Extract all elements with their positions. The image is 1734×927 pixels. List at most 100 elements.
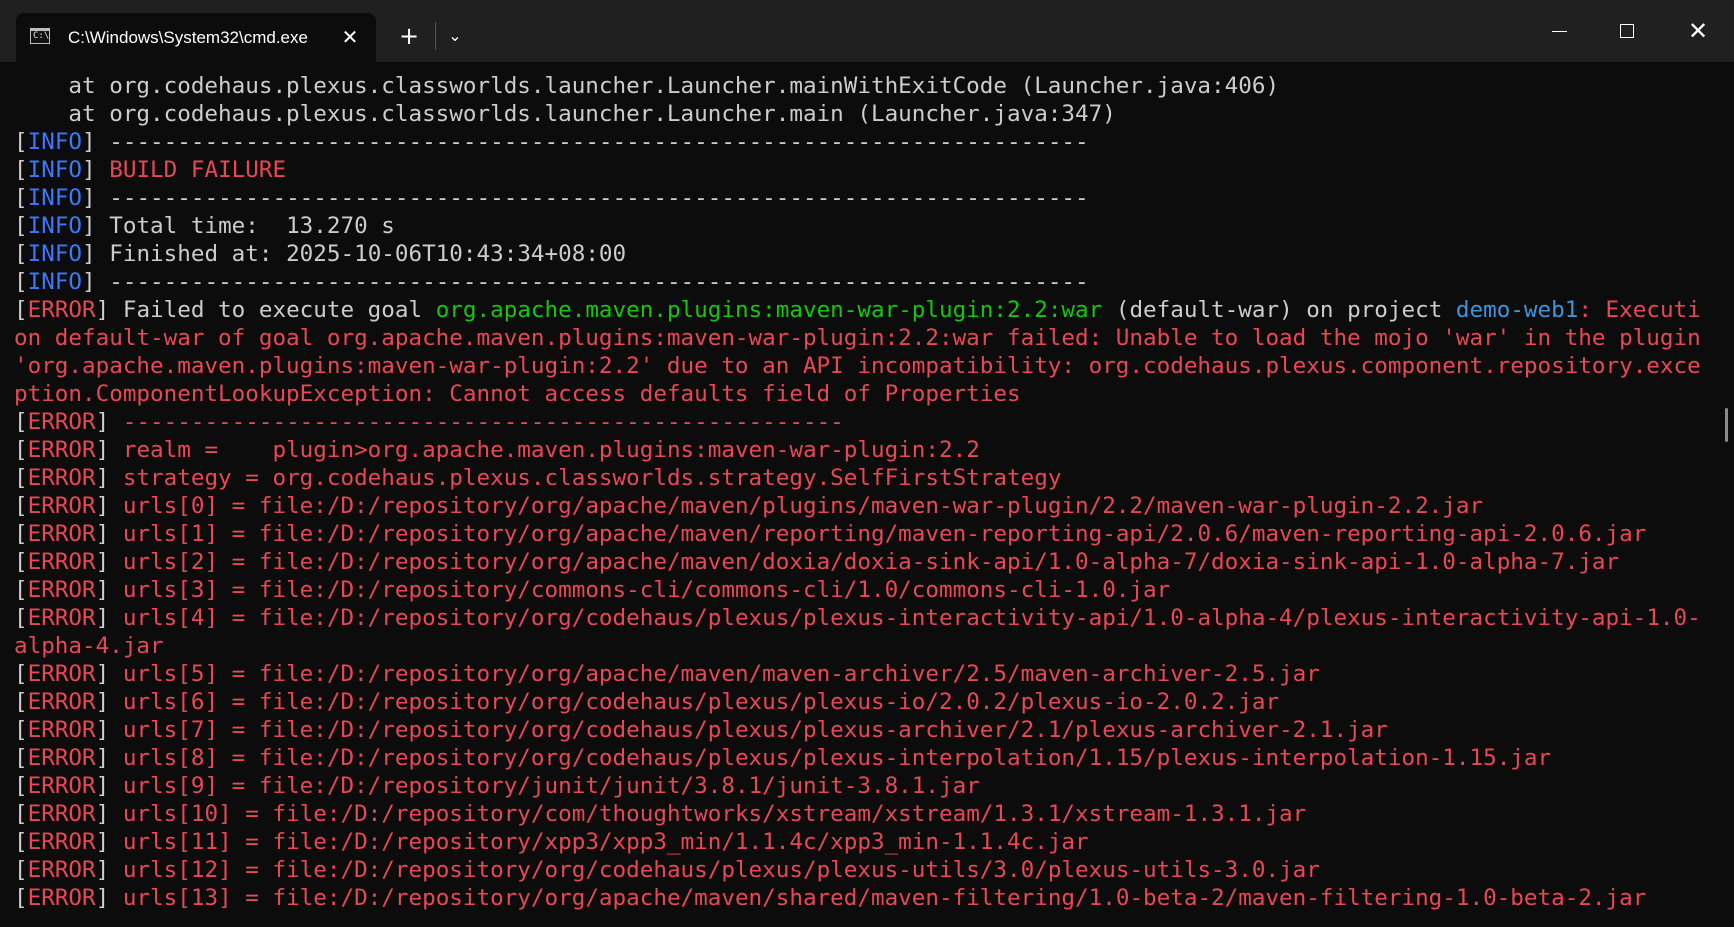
- bracket: [: [14, 745, 28, 771]
- tab-close-icon[interactable]: ✕: [336, 23, 364, 51]
- bracket: ]: [82, 269, 96, 295]
- bracket: [: [14, 241, 28, 267]
- bracket: [: [14, 773, 28, 799]
- tab-title: C:\Windows\System32\cmd.exe: [68, 28, 308, 47]
- bracket: ]: [95, 297, 110, 323]
- error-line: [ERROR] urls[0] = file:/D:/repository/or…: [14, 492, 1718, 520]
- info-text: Finished at: 2025-10-06T10:43:34+08:00: [95, 241, 627, 267]
- error-line: [ERROR] --------------------------------…: [14, 408, 1718, 436]
- error-line: [ERROR] strategy = org.codehaus.plexus.c…: [14, 464, 1718, 492]
- bracket: [: [14, 661, 28, 687]
- bracket: ]: [95, 857, 110, 883]
- error-text: urls[8] = file:/D:/repository/org/codeha…: [109, 745, 1552, 771]
- minimize-button[interactable]: [1525, 0, 1593, 62]
- error-failed-goal: [ERROR] Failed to execute goal org.apach…: [14, 296, 1714, 408]
- bracket: [: [14, 577, 28, 603]
- bracket: [: [14, 689, 28, 715]
- bracket: ]: [95, 745, 110, 771]
- bracket: ]: [82, 241, 96, 267]
- error-text: (default-war) on project: [1102, 297, 1456, 323]
- tab-divider: [435, 22, 436, 50]
- bracket: ]: [95, 493, 110, 519]
- bracket: ]: [95, 689, 110, 715]
- error-text: urls[5] = file:/D:/repository/org/apache…: [109, 661, 1320, 687]
- title-bar[interactable]: C:\ C:\Windows\System32\cmd.exe ✕ + ⌄ ✕: [0, 0, 1734, 62]
- error-text: urls[4] = file:/D:/repository/org/codeha…: [14, 605, 1701, 659]
- tab-cmd[interactable]: C:\ C:\Windows\System32\cmd.exe ✕: [16, 13, 376, 62]
- info-line: [INFO] Total time: 13.270 s: [14, 212, 1718, 240]
- maximize-button[interactable]: [1593, 0, 1661, 62]
- error-line: [ERROR] urls[2] = file:/D:/repository/or…: [14, 548, 1718, 576]
- bracket: ]: [95, 437, 110, 463]
- bracket: [: [14, 521, 28, 547]
- bracket: [: [14, 829, 28, 855]
- scrollbar-thumb[interactable]: [1725, 408, 1728, 442]
- error-line: [ERROR] urls[7] = file:/D:/repository/or…: [14, 716, 1718, 744]
- bracket: ]: [82, 185, 96, 211]
- error-line: [ERROR] urls[8] = file:/D:/repository/or…: [14, 744, 1718, 772]
- bracket: [: [14, 493, 28, 519]
- bracket: ]: [95, 409, 110, 435]
- info-line: [INFO] ---------------------------------…: [14, 268, 1718, 296]
- bracket: [: [14, 129, 28, 155]
- error-tag: ERROR: [27, 801, 96, 827]
- info-line: [INFO] Finished at: 2025-10-06T10:43:34+…: [14, 240, 1718, 268]
- info-text: ----------------------------------------…: [95, 269, 1089, 295]
- error-tag: ERROR: [27, 661, 96, 687]
- new-tab-button[interactable]: +: [395, 22, 423, 50]
- bracket: [: [14, 409, 28, 435]
- info-line: [INFO] ---------------------------------…: [14, 184, 1718, 212]
- build-failure-text: BUILD FAILURE: [95, 157, 287, 183]
- info-text: ----------------------------------------…: [95, 129, 1089, 155]
- bracket: ]: [95, 829, 110, 855]
- bracket: [: [14, 801, 28, 827]
- error-text: urls[3] = file:/D:/repository/commons-cl…: [109, 577, 1171, 603]
- error-tag: ERROR: [27, 689, 96, 715]
- chevron-down-icon[interactable]: ⌄: [441, 22, 469, 50]
- bracket: ]: [95, 577, 110, 603]
- error-tag: ERROR: [27, 829, 96, 855]
- error-tag: ERROR: [27, 549, 96, 575]
- error-tag: ERROR: [27, 577, 96, 603]
- stack-line: at org.codehaus.plexus.classworlds.launc…: [14, 73, 1280, 99]
- bracket: [: [14, 269, 28, 295]
- bracket: ]: [82, 213, 96, 239]
- error-text: urls[6] = file:/D:/repository/org/codeha…: [109, 689, 1280, 715]
- scrollbar[interactable]: [1722, 62, 1734, 927]
- info-text: Total time: 13.270 s: [95, 213, 395, 239]
- bracket: ]: [82, 157, 96, 183]
- error-line: [ERROR] urls[12] = file:/D:/repository/o…: [14, 856, 1718, 884]
- stack-line: at org.codehaus.plexus.classworlds.launc…: [14, 101, 1116, 127]
- maximize-icon: [1620, 24, 1634, 38]
- bracket: [: [14, 185, 28, 211]
- error-tag: ERROR: [27, 465, 96, 491]
- bracket: [: [14, 465, 28, 491]
- bracket: ]: [95, 773, 110, 799]
- close-button[interactable]: ✕: [1662, 0, 1730, 62]
- error-line: [ERROR] urls[13] = file:/D:/repository/o…: [14, 884, 1718, 912]
- bracket: [: [14, 717, 28, 743]
- error-tag: ERROR: [27, 717, 96, 743]
- error-text: urls[10] = file:/D:/repository/com/thoug…: [109, 801, 1307, 827]
- bracket: [: [14, 157, 28, 183]
- info-tag: INFO: [27, 157, 83, 183]
- error-line: [ERROR] urls[1] = file:/D:/repository/or…: [14, 520, 1718, 548]
- error-text: urls[13] = file:/D:/repository/org/apach…: [109, 885, 1647, 911]
- bracket: ]: [95, 661, 110, 687]
- error-tag: ERROR: [27, 297, 96, 323]
- bracket: ]: [95, 549, 110, 575]
- info-tag: INFO: [27, 269, 83, 295]
- error-text: realm = plugin>org.apache.maven.plugins:…: [109, 437, 980, 463]
- error-tag: ERROR: [27, 773, 96, 799]
- cmd-icon-text: C:\: [33, 31, 50, 41]
- info-tag: INFO: [27, 129, 83, 155]
- error-tag: ERROR: [27, 493, 96, 519]
- error-text: urls[7] = file:/D:/repository/org/codeha…: [109, 717, 1388, 743]
- bracket: ]: [95, 801, 110, 827]
- info-line: [INFO] ---------------------------------…: [14, 128, 1718, 156]
- minimize-icon: [1552, 31, 1567, 32]
- bracket: ]: [95, 885, 110, 911]
- error-line: [ERROR] urls[10] = file:/D:/repository/c…: [14, 800, 1718, 828]
- error-tag: ERROR: [27, 745, 96, 771]
- console-output[interactable]: at org.codehaus.plexus.classworlds.launc…: [0, 62, 1718, 927]
